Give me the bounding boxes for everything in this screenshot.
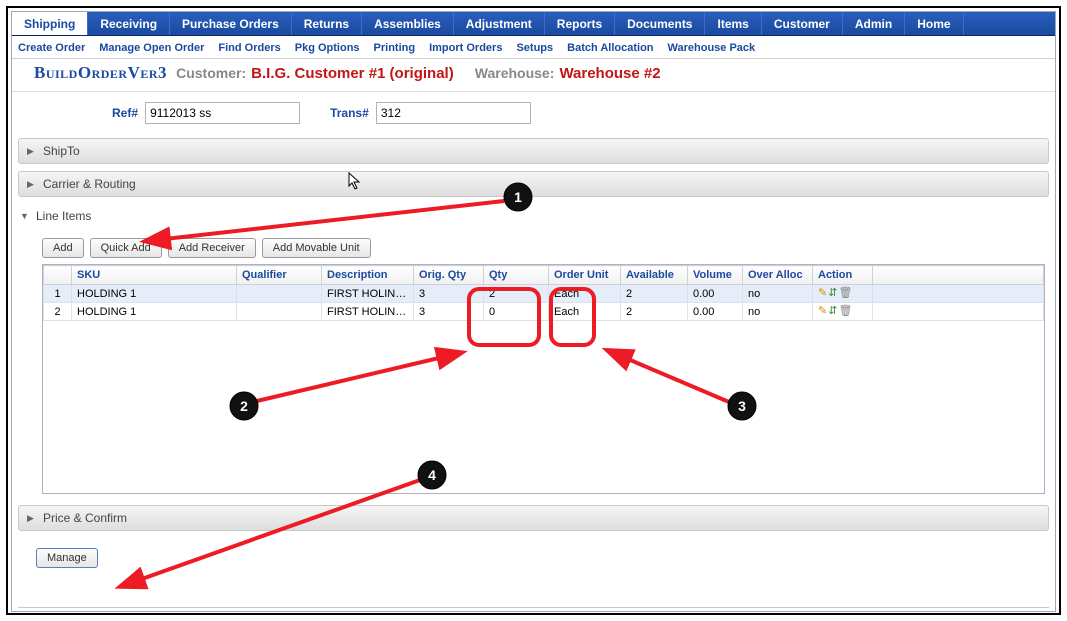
cell-action: ✎ ⇵ 🗑 [813,285,873,303]
subnav-printing[interactable]: Printing [374,42,416,54]
cell-qualifier [237,285,322,303]
col-qty[interactable]: Qty [484,266,549,285]
chevron-right-icon: ▶ [27,179,37,190]
subnav-find-orders[interactable]: Find Orders [218,42,280,54]
section-price-confirm[interactable]: ▶ Price & Confirm [18,505,1049,531]
bottom-divider [18,607,1049,608]
table-row[interactable]: 2 HOLDING 1 FIRST HOLING… 3 0 Each 2 0.0… [44,303,1044,321]
subnav-batch-allocation[interactable]: Batch Allocation [567,42,653,54]
page-header: BuildOrderVer3 Customer: B.I.G. Customer… [12,59,1055,92]
customer-label: Customer: [176,65,246,81]
line-items-grid: SKU Qualifier Description Orig. Qty Qty … [42,264,1045,494]
trans-input[interactable] [376,102,531,124]
cell-volume: 0.00 [688,303,743,321]
cell-available: 2 [621,285,688,303]
nav-tab-reports[interactable]: Reports [545,12,615,35]
warehouse-label: Warehouse: [475,65,555,81]
nav-tab-documents[interactable]: Documents [615,12,705,35]
cell-volume: 0.00 [688,285,743,303]
subnav-pkg-options[interactable]: Pkg Options [295,42,360,54]
cell-rownum: 1 [44,285,72,303]
sub-nav: Create Order Manage Open Order Find Orde… [12,36,1055,59]
cell-over-alloc: no [743,285,813,303]
section-shipto-label: ShipTo [43,144,80,158]
chevron-right-icon: ▶ [27,146,37,157]
col-available[interactable]: Available [621,266,688,285]
section-carrier-label: Carrier & Routing [43,177,136,191]
cell-qty: 0 [484,303,549,321]
nav-tab-items[interactable]: Items [705,12,761,35]
manage-button[interactable]: Manage [36,548,98,568]
cell-qualifier [237,303,322,321]
nav-tab-shipping[interactable]: Shipping [12,12,88,35]
cell-description: FIRST HOLING… [322,303,414,321]
cell-qty: 2 [484,285,549,303]
nav-tab-customer[interactable]: Customer [762,12,843,35]
col-action[interactable]: Action [813,266,873,285]
add-receiver-button[interactable]: Add Receiver [168,238,256,258]
split-icon[interactable]: ⇵ [828,288,837,299]
nav-tab-returns[interactable]: Returns [292,12,362,35]
ref-label: Ref# [112,106,138,120]
cell-action: ✎ ⇵ 🗑 [813,303,873,321]
delete-icon[interactable]: 🗑 [838,288,852,299]
quick-add-button[interactable]: Quick Add [90,238,162,258]
section-line-items-label: Line Items [36,209,91,223]
col-over-alloc[interactable]: Over Alloc [743,266,813,285]
page-title: BuildOrderVer3 [34,63,167,82]
main-nav: Shipping Receiving Purchase Orders Retur… [12,12,1055,36]
nav-tab-home[interactable]: Home [905,12,963,35]
table-row[interactable]: 1 HOLDING 1 FIRST HOLING… 3 2 Each 2 0.0… [44,285,1044,303]
add-button[interactable]: Add [42,238,84,258]
warehouse-value: Warehouse #2 [559,65,660,82]
cell-over-alloc: no [743,303,813,321]
nav-tab-admin[interactable]: Admin [843,12,905,35]
subnav-warehouse-pack[interactable]: Warehouse Pack [668,42,756,54]
col-order-unit[interactable]: Order Unit [549,266,621,285]
edit-icon[interactable]: ✎ [818,306,827,317]
cell-orig-qty: 3 [414,303,484,321]
col-description[interactable]: Description [322,266,414,285]
chevron-down-icon: ▼ [20,211,30,221]
trans-label: Trans# [330,106,369,120]
cell-order-unit: Each [549,303,621,321]
ref-input[interactable] [145,102,300,124]
subnav-import-orders[interactable]: Import Orders [429,42,502,54]
col-filler [873,266,1044,285]
section-price-label: Price & Confirm [43,511,127,525]
col-sku[interactable]: SKU [72,266,237,285]
cell-available: 2 [621,303,688,321]
customer-value: B.I.G. Customer #1 (original) [251,65,454,82]
col-rownum[interactable] [44,266,72,285]
cell-order-unit: Each [549,285,621,303]
cell-sku: HOLDING 1 [72,303,237,321]
subnav-manage-open-order[interactable]: Manage Open Order [99,42,204,54]
nav-tab-adjustment[interactable]: Adjustment [454,12,545,35]
chevron-right-icon: ▶ [27,513,37,524]
nav-tab-assemblies[interactable]: Assemblies [362,12,454,35]
split-icon[interactable]: ⇵ [828,306,837,317]
col-volume[interactable]: Volume [688,266,743,285]
nav-tab-purchase-orders[interactable]: Purchase Orders [170,12,292,35]
section-carrier-routing[interactable]: ▶ Carrier & Routing [18,171,1049,197]
col-orig-qty[interactable]: Orig. Qty [414,266,484,285]
edit-icon[interactable]: ✎ [818,288,827,299]
add-movable-unit-button[interactable]: Add Movable Unit [262,238,371,258]
col-qualifier[interactable]: Qualifier [237,266,322,285]
ref-trans-row: Ref# Trans# [12,92,1055,138]
section-line-items[interactable]: ▼ Line Items [18,204,1049,228]
nav-tab-receiving[interactable]: Receiving [88,12,170,35]
cell-description: FIRST HOLING… [322,285,414,303]
subnav-create-order[interactable]: Create Order [18,42,85,54]
section-shipto[interactable]: ▶ ShipTo [18,138,1049,164]
cell-orig-qty: 3 [414,285,484,303]
subnav-setups[interactable]: Setups [516,42,553,54]
delete-icon[interactable]: 🗑 [838,306,852,317]
cell-rownum: 2 [44,303,72,321]
cell-sku: HOLDING 1 [72,285,237,303]
